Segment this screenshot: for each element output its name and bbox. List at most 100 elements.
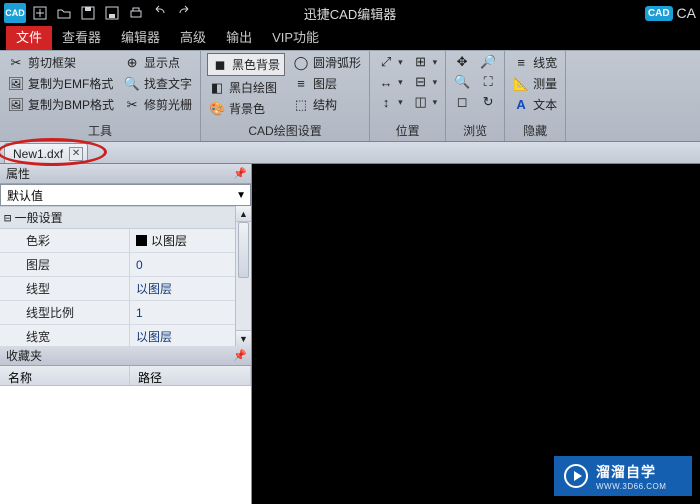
properties-title: 属性 📌: [0, 164, 251, 184]
ribbon-group-浏览: ✥🔍◻🔎⛶↻浏览: [446, 51, 505, 141]
chevron-down-icon: ▾: [433, 97, 438, 108]
save-as-icon[interactable]: [102, 3, 122, 23]
ribbon-label: 结构: [313, 96, 337, 113]
ribbon-label: 复制为EMF格式: [28, 75, 113, 92]
ribbon-btn[interactable]: ◻: [452, 93, 472, 111]
ribbon-btn[interactable]: ◯圆滑弧形: [291, 53, 363, 72]
ribbon-btn[interactable]: 🔎: [478, 53, 498, 71]
menu-编辑器[interactable]: 编辑器: [111, 24, 170, 50]
section-label: 一般设置: [15, 211, 63, 225]
property-value[interactable]: 以图层: [130, 277, 251, 300]
zoom-out-icon: 🔎: [480, 54, 496, 70]
ribbon-btn[interactable]: ⊟▾: [411, 73, 440, 91]
scroll-down-icon[interactable]: ▼: [236, 330, 251, 346]
scroll-up-icon[interactable]: ▲: [236, 206, 251, 222]
chevron-down-icon: ▾: [398, 77, 403, 88]
print-icon[interactable]: [126, 3, 146, 23]
ribbon-btn[interactable]: ↕▾: [376, 93, 405, 111]
watermark-sub: WWW.3D66.COM: [596, 482, 666, 491]
ribbon-label: 剪切框架: [28, 54, 76, 71]
ribbon-btn[interactable]: ↻: [478, 93, 498, 111]
zoom-in-icon: 🔍: [454, 74, 470, 90]
ribbon-btn[interactable]: ⊕显示点: [122, 53, 194, 72]
property-row[interactable]: 线型以图层: [0, 277, 251, 301]
pos3-icon: ↕: [378, 94, 394, 110]
fit-icon: ⛶: [480, 74, 496, 90]
chevron-down-icon: ▾: [433, 77, 438, 88]
emf-icon: 🖼: [8, 76, 24, 92]
play-icon: [564, 464, 588, 488]
left-panel: 属性 📌 默认值 ▼ ⊟ 一般设置 色彩以图层图层0线型以图层线型比例1线宽以图…: [0, 164, 252, 504]
ribbon-label: 找查文字: [144, 75, 192, 92]
new-file-icon[interactable]: [30, 3, 50, 23]
ribbon-btn[interactable]: ◼黑色背景: [207, 53, 285, 76]
menu-文件[interactable]: 文件: [6, 24, 52, 50]
save-icon[interactable]: [78, 3, 98, 23]
ribbon-btn[interactable]: ⬚结构: [291, 95, 363, 114]
ribbon-btn[interactable]: ◫▾: [411, 93, 440, 111]
close-icon[interactable]: ✕: [69, 147, 83, 161]
ribbon-group-CAD绘图设置: ◼黑色背景 ◧黑白绘图 🎨背景色 ◯圆滑弧形 ≡图层 ⬚结构 CAD绘图设置: [201, 51, 370, 141]
ribbon-label: 图层: [313, 75, 337, 92]
scrollbar[interactable]: ▲ ▼: [235, 206, 251, 346]
ribbon-btn[interactable]: 🖼复制为EMF格式: [6, 74, 116, 93]
open-icon[interactable]: [54, 3, 74, 23]
ribbon-btn[interactable]: ⤢▾: [376, 53, 405, 71]
property-row[interactable]: 图层0: [0, 253, 251, 277]
app-icon: CAD: [4, 3, 26, 23]
ribbon-group-title: CAD绘图设置: [207, 121, 363, 139]
favorites-col-name[interactable]: 名称: [0, 366, 130, 385]
ribbon-btn[interactable]: 🎨背景色: [207, 99, 285, 118]
properties-dropdown[interactable]: 默认值 ▼: [0, 184, 251, 206]
document-tab-label: New1.dxf: [13, 147, 63, 161]
ribbon-btn[interactable]: A文本: [511, 95, 559, 114]
property-row[interactable]: 线型比例1: [0, 301, 251, 325]
ribbon-label: 文本: [533, 96, 557, 113]
ribbon-btn[interactable]: ✂︎剪切框架: [6, 53, 116, 72]
ribbon-label: 黑白绘图: [229, 79, 277, 96]
property-value[interactable]: 0: [130, 253, 251, 276]
favorites-list: [0, 386, 251, 504]
menu-VIP功能[interactable]: VIP功能: [262, 24, 329, 50]
search-icon: 🔍: [124, 76, 140, 92]
ribbon-btn[interactable]: ◧黑白绘图: [207, 78, 285, 97]
crop-icon: ✂︎: [8, 55, 24, 71]
scroll-thumb[interactable]: [238, 222, 249, 278]
pos4-icon: ⊞: [413, 54, 429, 70]
ribbon: ✂︎剪切框架🖼复制为EMF格式🖼复制为BMP格式⊕显示点🔍找查文字✂︎修剪光栅工…: [0, 50, 700, 142]
menu-输出[interactable]: 输出: [216, 24, 262, 50]
redo-icon[interactable]: [174, 3, 194, 23]
ribbon-btn[interactable]: ✂︎修剪光栅: [122, 95, 194, 114]
favorites-col-path[interactable]: 路径: [130, 366, 251, 385]
ribbon-btn[interactable]: ⊞▾: [411, 53, 440, 71]
ribbon-btn[interactable]: 🖼复制为BMP格式: [6, 95, 116, 114]
property-value[interactable]: 1: [130, 301, 251, 324]
ribbon-btn[interactable]: 🔍找查文字: [122, 74, 194, 93]
document-tab[interactable]: New1.dxf ✕: [4, 143, 88, 163]
pin-icon[interactable]: 📌: [233, 167, 247, 180]
properties-section[interactable]: ⊟ 一般设置: [0, 206, 251, 229]
watermark: 溜溜自学 WWW.3D66.COM: [554, 456, 692, 496]
pin-icon[interactable]: 📌: [233, 349, 247, 362]
watermark-main: 溜溜自学: [596, 462, 666, 482]
property-value[interactable]: 以图层: [130, 325, 251, 346]
titlebar: CAD 迅捷CAD编辑器 CAD CA: [0, 0, 700, 26]
ribbon-btn[interactable]: ≡线宽: [511, 53, 559, 72]
property-value[interactable]: 以图层: [130, 229, 251, 252]
ribbon-label: 测量: [533, 75, 557, 92]
property-row[interactable]: 线宽以图层: [0, 325, 251, 346]
ribbon-btn[interactable]: 📐测量: [511, 74, 559, 93]
menu-查看器[interactable]: 查看器: [52, 24, 111, 50]
ribbon-label: 修剪光栅: [144, 96, 192, 113]
ribbon-btn[interactable]: ✥: [452, 53, 472, 71]
menu-高级[interactable]: 高级: [170, 24, 216, 50]
property-row[interactable]: 色彩以图层: [0, 229, 251, 253]
ribbon-btn[interactable]: 🔍: [452, 73, 472, 91]
ribbon-btn[interactable]: ≡图层: [291, 74, 363, 93]
chevron-down-icon: ▼: [236, 190, 246, 201]
show-point-icon: ⊕: [124, 55, 140, 71]
undo-icon[interactable]: [150, 3, 170, 23]
ribbon-btn[interactable]: ⛶: [478, 73, 498, 91]
drawing-canvas[interactable]: 溜溜自学 WWW.3D66.COM: [252, 164, 700, 504]
ribbon-btn[interactable]: ↔▾: [376, 73, 405, 91]
